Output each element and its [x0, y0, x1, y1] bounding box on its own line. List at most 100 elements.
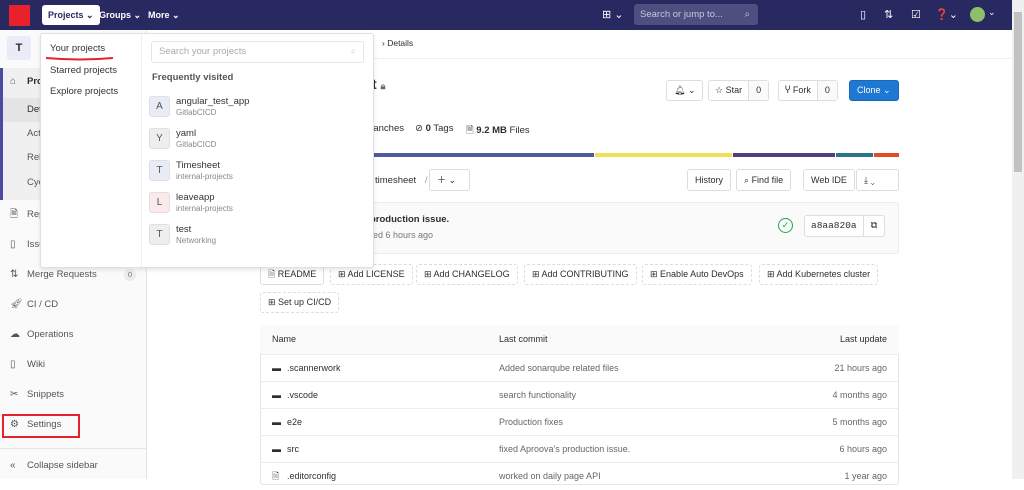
- explore-projects-link[interactable]: Explore projects: [50, 86, 118, 97]
- setup-ci-cd-label: Set up CI/CD: [278, 297, 332, 307]
- rocket-icon: 🚀︎: [10, 299, 23, 310]
- web-ide-button[interactable]: Web IDE: [803, 169, 855, 191]
- star-count[interactable]: 0: [748, 81, 769, 100]
- fork-button[interactable]: Ⴤ Fork 0: [778, 80, 838, 101]
- home-icon: ⌂: [10, 76, 17, 87]
- files-label: Files: [509, 125, 530, 136]
- frequent-project-item[interactable]: T Timesheet internal-projects: [149, 160, 369, 190]
- find-file-button[interactable]: ⌕ Find file: [736, 169, 792, 191]
- project-avatar: T: [149, 160, 170, 181]
- groups-label: Groups: [99, 10, 132, 20]
- add-changelog-button[interactable]: ⊞ Add CHANGELOG: [416, 264, 518, 285]
- add-file-button[interactable]: ＋ ⌄: [429, 169, 470, 191]
- language-segment[interactable]: [595, 153, 733, 157]
- last-commit-message[interactable]: worked on daily page API: [499, 463, 601, 490]
- tags-stat[interactable]: ⊘ 0 Tags: [415, 123, 453, 134]
- table-row[interactable]: ▬ src fixed Aproova's production issue. 6 h…: [260, 435, 899, 463]
- add-kubernetes-cluster-button[interactable]: ⊞ Add Kubernetes cluster: [759, 264, 879, 285]
- notifications-button[interactable]: 🔔︎ ⌄: [666, 80, 703, 101]
- project-namespace: GitlabCICD: [176, 140, 217, 149]
- file-icon: 🗎: [272, 471, 280, 481]
- breadcrumb: › Details: [382, 38, 414, 48]
- project-title: t 🔒︎: [372, 76, 385, 92]
- add-changelog-label: Add CHANGELOG: [433, 269, 510, 279]
- folder-icon: ▬: [272, 363, 281, 373]
- clone-label: Clone: [857, 85, 881, 95]
- collapse-sidebar-button[interactable]: « Collapse sidebar: [0, 454, 146, 478]
- frequent-project-item[interactable]: Lleaveapp internal-projects: [149, 192, 369, 222]
- projects-label: Projects: [48, 10, 84, 20]
- last-commit-message[interactable]: fixed Aproova's production issue.: [499, 436, 630, 463]
- table-row[interactable]: ▬ .scannerwork Added sonarqube related fil…: [260, 354, 899, 382]
- search-input[interactable]: Search or jump to... ⌕: [634, 4, 758, 25]
- language-segment[interactable]: [835, 153, 873, 157]
- setup-ci-cd-button[interactable]: ⊞ Set up CI/CD: [260, 292, 340, 313]
- last-commit-message[interactable]: search functionality: [499, 382, 576, 409]
- issues-icon[interactable]: ▯: [860, 8, 866, 21]
- files-size: 9.2 MB: [476, 125, 507, 136]
- last-update: 21 hours ago: [834, 363, 887, 373]
- table-row[interactable]: 🗎 .editorconfig worked on daily page API 1 …: [260, 462, 899, 490]
- lock-icon: 🔒︎: [380, 81, 386, 91]
- projects-menu-button[interactable]: Projects ⌄: [42, 5, 100, 25]
- repo-path: timesheet /: [375, 175, 428, 186]
- readme-label: README: [277, 269, 317, 279]
- chevron-down-icon[interactable]: ⌄: [988, 7, 996, 18]
- search-projects-input[interactable]: Search your projects ⌕: [151, 41, 364, 63]
- sidebar-item-operations[interactable]: ☁ Operations: [0, 323, 146, 347]
- file-name[interactable]: e2e: [287, 409, 302, 436]
- frequent-project-item[interactable]: Ttest Networking: [149, 224, 369, 254]
- breadcrumb-current[interactable]: Details: [387, 38, 413, 48]
- issues-icon: ▯: [10, 239, 16, 250]
- sidebar-item-wiki[interactable]: ▯ Wiki: [0, 353, 146, 377]
- more-menu-button[interactable]: More ⌄: [142, 5, 186, 25]
- red-underline-annotation: [45, 57, 114, 61]
- todos-icon[interactable]: ☑: [911, 8, 921, 21]
- frequent-project-item[interactable]: Aangular_test_app GitlabCICD: [149, 96, 369, 126]
- star-button[interactable]: ☆ Star 0: [708, 80, 770, 101]
- last-commit-message[interactable]: Added sonarqube related files: [499, 355, 619, 382]
- merge-requests-icon[interactable]: ⇅: [884, 8, 893, 21]
- enable-auto-devops-button[interactable]: ⊞ Enable Auto DevOps: [642, 264, 752, 285]
- help-icon[interactable]: ❓⌄: [935, 8, 958, 21]
- copy-icon[interactable]: ⧉: [862, 216, 885, 236]
- clone-button[interactable]: Clone ⌄: [849, 80, 899, 101]
- path-root[interactable]: timesheet: [375, 175, 416, 186]
- sidebar-item-label: Snippets: [27, 389, 64, 400]
- user-avatar[interactable]: [970, 7, 985, 22]
- last-update: 6 hours ago: [839, 444, 887, 454]
- scrollbar[interactable]: [1012, 0, 1024, 479]
- file-name[interactable]: .scannerwork: [287, 355, 341, 382]
- history-button[interactable]: History: [687, 169, 732, 191]
- book-icon: ▯: [10, 359, 16, 370]
- project-avatar: T: [7, 36, 31, 60]
- file-name[interactable]: src: [287, 436, 299, 463]
- table-row[interactable]: ▬ .vscode search functionality 4 months ago: [260, 381, 899, 409]
- frequent-project-item[interactable]: Yyaml GitlabCICD: [149, 128, 369, 158]
- sidebar-item-snippets[interactable]: ✂ Snippets: [0, 383, 146, 407]
- files-stat[interactable]: 🗎 9.2 MB Files: [466, 123, 530, 139]
- add-contributing-button[interactable]: ⊞ Add CONTRIBUTING: [524, 264, 637, 285]
- commit-sha-button[interactable]: a8aa820a ⧉: [804, 215, 886, 237]
- fork-count[interactable]: 0: [816, 81, 837, 100]
- scrollbar-thumb[interactable]: [1014, 12, 1022, 172]
- count-badge: 0: [123, 269, 136, 281]
- gitlab-logo[interactable]: [9, 5, 30, 26]
- add-kubernetes-label: Add Kubernetes cluster: [776, 269, 871, 279]
- sidebar-item-ci-cd[interactable]: 🚀︎ CI / CD: [0, 293, 146, 317]
- language-segment[interactable]: [873, 153, 899, 157]
- highlight-box: [2, 414, 80, 438]
- your-projects-link[interactable]: Your projects: [50, 43, 105, 54]
- tag-icon: ⊘: [415, 123, 423, 134]
- groups-menu-button[interactable]: Groups ⌄: [93, 5, 147, 25]
- new-item-icon[interactable]: ⊞ ⌄: [602, 8, 624, 21]
- starred-projects-link[interactable]: Starred projects: [50, 65, 117, 76]
- commit-message[interactable]: production issue.: [370, 214, 449, 225]
- last-commit-message[interactable]: Production fixes: [499, 409, 563, 436]
- file-name[interactable]: .editorconfig: [287, 463, 336, 490]
- table-row[interactable]: ▬ e2e Production fixes 5 months ago: [260, 408, 899, 436]
- language-segment[interactable]: [733, 153, 835, 157]
- download-button[interactable]: ⤓ ⌄: [856, 169, 899, 191]
- file-name[interactable]: .vscode: [287, 382, 318, 409]
- pipeline-passed-icon[interactable]: ✓: [778, 218, 793, 233]
